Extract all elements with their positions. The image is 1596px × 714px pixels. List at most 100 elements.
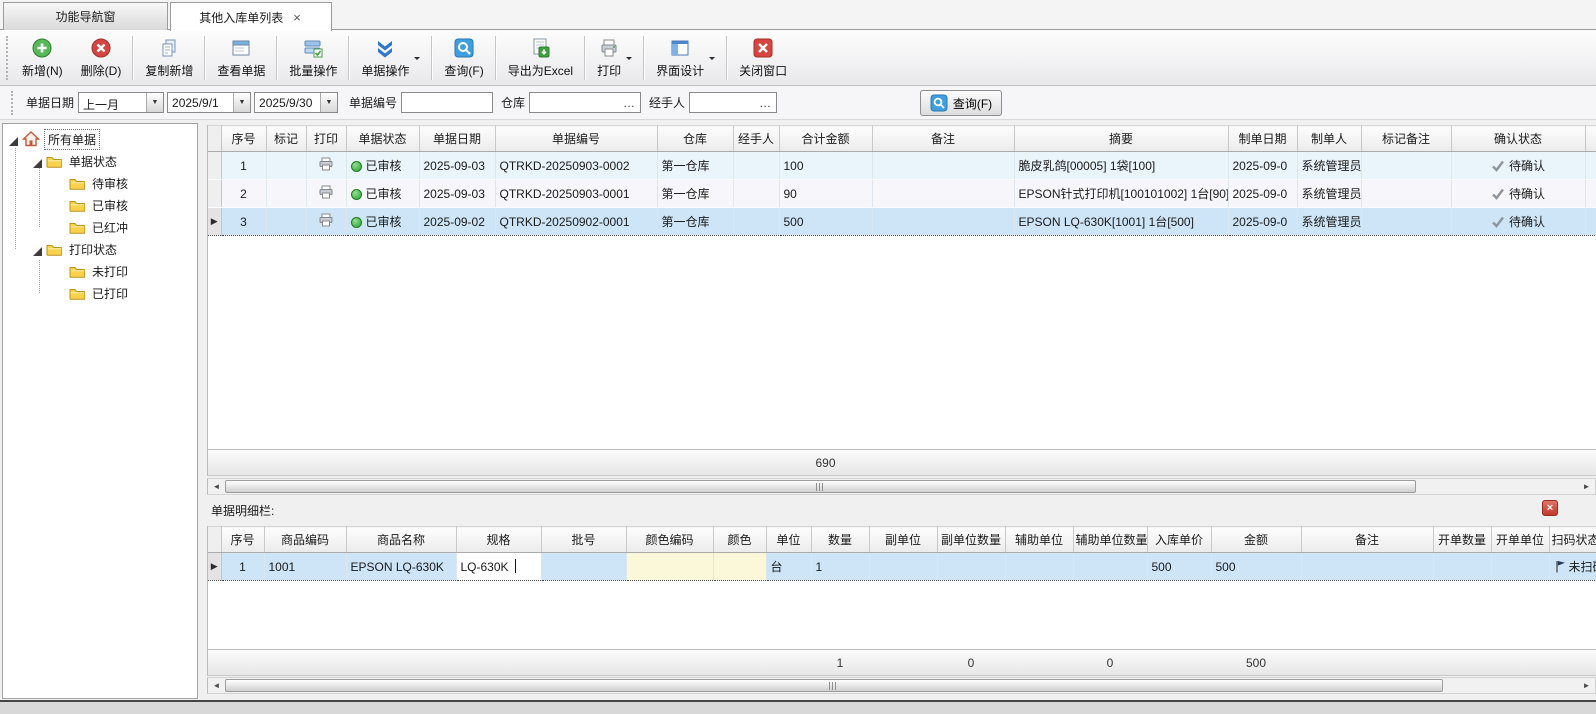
cell-amount[interactable]: 100 — [779, 152, 872, 180]
expander-icon[interactable] — [9, 135, 18, 144]
cell-scan[interactable]: 未扫码 — [1549, 553, 1596, 581]
tree-node-单据状态[interactable]: 单据状态 — [3, 150, 197, 172]
column-header-seq[interactable]: 序号 — [221, 527, 264, 553]
cell-maker[interactable]: 系统管理员 — [1297, 208, 1361, 236]
column-header-seq[interactable]: 序号 — [221, 126, 266, 152]
cell-warehouse[interactable]: 第一仓库 — [657, 180, 733, 208]
cell-warehouse[interactable]: 第一仓库 — [657, 152, 733, 180]
cell-print[interactable] — [306, 208, 346, 236]
column-header-amount[interactable]: 合计金额 — [779, 126, 872, 152]
scrollbar-thumb[interactable] — [225, 480, 1416, 493]
tree-node-root[interactable]: 所有单据 — [3, 128, 197, 150]
column-header-spec[interactable]: 规格 — [456, 527, 541, 553]
cell-warehouse[interactable]: 第一仓库 — [657, 208, 733, 236]
main-grid-row[interactable]: 2已审核2025-09-03QTRKD-20250903-0001第一仓库90E… — [208, 180, 1596, 208]
date-preset-combo[interactable]: 上一月 ▼ — [78, 92, 164, 113]
column-header-qty[interactable]: 数量 — [811, 527, 869, 553]
cell-open_unit[interactable] — [1491, 553, 1549, 581]
column-header-handler[interactable]: 经手人 — [733, 126, 779, 152]
chevron-down-icon[interactable]: ▼ — [233, 93, 250, 112]
scrollbar-thumb[interactable] — [225, 679, 1443, 692]
cell-maker[interactable]: 系统管理员 — [1297, 152, 1361, 180]
tree-node-已审核[interactable]: 已审核 — [3, 194, 197, 216]
handler-input[interactable]: … — [689, 92, 777, 113]
detail-h-scrollbar[interactable]: ◄ ► — [207, 677, 1596, 694]
column-header-maker[interactable]: 制单人 — [1297, 126, 1361, 152]
cell-seq[interactable]: 2 — [221, 180, 266, 208]
cell-qty[interactable]: 1 — [811, 553, 869, 581]
cell-mark[interactable] — [266, 208, 306, 236]
cell-status[interactable]: 已审核 — [346, 208, 419, 236]
scrollbar-track[interactable] — [225, 479, 1578, 494]
scroll-left-icon[interactable]: ◄ — [208, 479, 225, 494]
cell-aux_unit[interactable] — [1005, 553, 1073, 581]
cell-seq[interactable]: 1 — [221, 553, 264, 581]
column-header-mark[interactable]: 标记 — [266, 126, 306, 152]
column-header-warehouse[interactable]: 仓库 — [657, 126, 733, 152]
cell-confirm[interactable]: 待确认 — [1451, 152, 1585, 180]
cell-code[interactable]: 1001 — [264, 553, 346, 581]
tree-node-已打印[interactable]: 已打印 — [3, 282, 197, 304]
cell-summary[interactable]: EPSON LQ-630K[1001] 1台[500] — [1014, 208, 1228, 236]
scroll-right-icon[interactable]: ► — [1578, 678, 1595, 693]
search-button[interactable]: 查询(F) — [920, 90, 1002, 116]
column-header-name[interactable]: 商品名称 — [346, 527, 456, 553]
cell-date[interactable]: 2025-09-03 — [419, 152, 495, 180]
toolbar-button-batch-ops[interactable]: 批量操作 — [280, 34, 346, 82]
column-header-make_date[interactable]: 制单日期 — [1228, 126, 1297, 152]
column-header-date[interactable]: 单据日期 — [419, 126, 495, 152]
cell-remark[interactable] — [1301, 553, 1433, 581]
cell-spec[interactable]: LQ-630K — [456, 553, 541, 581]
column-header-summary[interactable]: 摘要 — [1014, 126, 1228, 152]
cell-handler[interactable] — [733, 180, 779, 208]
cell-make_date[interactable]: 2025-09-0 — [1228, 152, 1297, 180]
tab-other-inbound-list[interactable]: 其他入库单列表 × — [170, 2, 332, 31]
toolbar-button-export-excel[interactable]: 导出为Excel — [499, 34, 582, 82]
column-header-remark[interactable]: 备注 — [872, 126, 1014, 152]
main-h-scrollbar[interactable]: ◄ ► — [207, 478, 1596, 495]
cell-price[interactable]: 500 — [1147, 553, 1211, 581]
column-header-sub_unit[interactable]: 副单位 — [869, 527, 937, 553]
main-grid-row[interactable]: 1 已审核2025-09-03QTRKD-20250903-0002第一仓库 100… — [208, 152, 1596, 180]
column-header-mark_remark[interactable]: 标记备注 — [1361, 126, 1451, 152]
cell-handler[interactable] — [733, 208, 779, 236]
toolbar-button-search[interactable]: 查询(F) — [435, 34, 492, 82]
tree-node-待审核[interactable]: 待审核 — [3, 172, 197, 194]
dropdown-arrow-icon[interactable] — [414, 57, 420, 63]
warehouse-input[interactable]: … — [529, 92, 641, 113]
toolbar-button-add[interactable]: 新增(N) — [13, 34, 72, 82]
column-header-scan[interactable]: 扫码状态 — [1549, 527, 1596, 553]
cell-doc_no[interactable]: QTRKD-20250903-0001 — [495, 180, 657, 208]
cell-confirm[interactable]: 待确认 — [1451, 208, 1585, 236]
chevron-down-icon[interactable]: ▼ — [320, 93, 337, 112]
expander-icon[interactable] — [33, 157, 42, 166]
close-detail-icon[interactable]: × — [1542, 500, 1558, 516]
ellipsis-icon[interactable]: … — [759, 96, 772, 110]
cell-doc_no[interactable]: QTRKD-20250903-0002 — [495, 152, 657, 180]
column-header-print[interactable]: 打印 — [306, 126, 346, 152]
column-header-remark[interactable]: 备注 — [1301, 527, 1433, 553]
cell-date[interactable]: 2025-09-02 — [419, 208, 495, 236]
cell-seq[interactable]: 1 — [221, 152, 266, 180]
tab-nav-pane[interactable]: 功能导航窗 — [3, 2, 168, 30]
tree-node-未打印[interactable]: 未打印 — [3, 260, 197, 282]
scroll-left-icon[interactable]: ◄ — [208, 678, 225, 693]
cell-summary[interactable]: 脆皮乳鸽[00005] 1袋[100] — [1014, 152, 1228, 180]
cell-color_code[interactable] — [626, 553, 713, 581]
cell-summary[interactable]: EPSON针式打印机[100101002] 1台[90] — [1014, 180, 1228, 208]
toolbar-button-delete[interactable]: 删除(D) — [72, 34, 131, 82]
column-header-sub_qty[interactable]: 副单位数量 — [937, 527, 1005, 553]
column-header-doc_no[interactable]: 单据编号 — [495, 126, 657, 152]
cell-status[interactable]: 已审核 — [346, 152, 419, 180]
dropdown-arrow-icon[interactable] — [709, 57, 715, 63]
cell-mark_remark[interactable] — [1361, 152, 1451, 180]
main-grid-row[interactable]: ▶3已审核2025-09-02QTRKD-20250902-0001第一仓库50… — [208, 208, 1596, 236]
cell-name[interactable]: EPSON LQ-630K — [346, 553, 456, 581]
column-header-price[interactable]: 入库单价 — [1147, 527, 1211, 553]
cell-remark[interactable] — [872, 180, 1014, 208]
toolbar-button-close-window[interactable]: 关闭窗口 — [730, 34, 796, 82]
column-header-aux_unit[interactable]: 辅助单位 — [1005, 527, 1073, 553]
cell-handler[interactable] — [733, 152, 779, 180]
cell-make_date[interactable]: 2025-09-0 — [1228, 180, 1297, 208]
cell-seq[interactable]: 3 — [221, 208, 266, 236]
